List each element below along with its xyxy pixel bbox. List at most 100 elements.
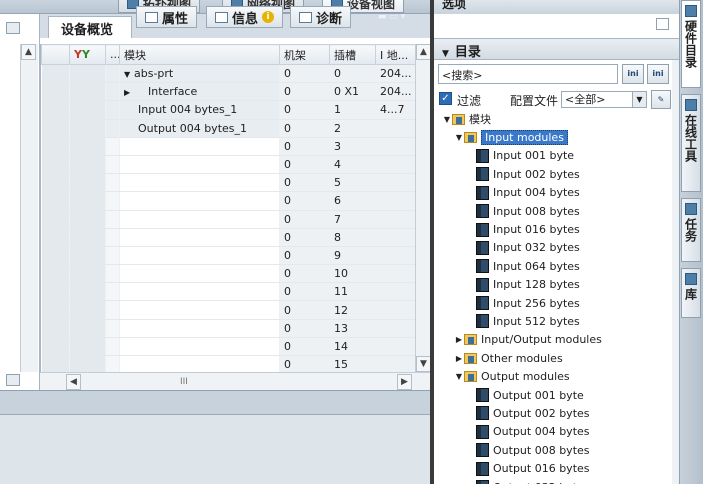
tree-toggle-icon[interactable]: ▼ <box>454 372 464 381</box>
overview-horizontal-scrollbar[interactable]: ◀ III ▶ <box>40 372 430 390</box>
search-forward-button[interactable]: ini <box>647 64 669 84</box>
module-cell[interactable] <box>119 246 280 266</box>
module-cell[interactable]: Output 004 bytes_1 <box>119 119 280 138</box>
row-header-cell[interactable] <box>41 155 70 175</box>
module-cell[interactable] <box>119 337 280 357</box>
module-cell[interactable] <box>119 355 280 372</box>
tree-toggle-icon[interactable]: ▼ <box>124 70 134 79</box>
row-header-cell[interactable] <box>41 282 70 302</box>
catalog-tree-item[interactable]: Input 256 bytes <box>438 294 672 312</box>
row-header-cell[interactable] <box>41 319 70 338</box>
catalog-tree-item[interactable]: Output 032 bytes <box>438 478 672 484</box>
filter-checkbox[interactable]: ✓ <box>439 92 452 105</box>
table-row[interactable]: Input 004 bytes_1 0 1 4...7 <box>41 100 415 120</box>
catalog-tree-item[interactable]: Input 002 bytes <box>438 165 672 183</box>
table-row[interactable]: 0 11 <box>41 282 415 302</box>
catalog-tree-item[interactable]: ▶ Input/Output modules <box>438 331 672 349</box>
profile-edit-button[interactable]: ✎ <box>651 90 671 109</box>
tab-diagnostics[interactable]: 诊断 <box>290 6 352 28</box>
catalog-tree-item[interactable]: ▶ Other modules <box>438 349 672 367</box>
tree-toggle-icon[interactable]: ▼ <box>454 133 464 142</box>
row-header-cell[interactable] <box>41 100 70 120</box>
catalog-tree-item[interactable]: Input 064 bytes <box>438 257 672 275</box>
module-cell[interactable]: ▼ abs-prt <box>119 64 280 84</box>
tree-toggle-icon[interactable]: ▶ <box>454 335 464 344</box>
catalog-tree-item[interactable]: ▼ 模块 <box>438 110 672 128</box>
table-row[interactable]: Output 004 bytes_1 0 2 <box>41 119 415 138</box>
table-row[interactable]: 07 <box>41 210 415 229</box>
catalog-tree-item[interactable]: Input 032 bytes <box>438 239 672 257</box>
table-row[interactable]: 05 <box>41 173 415 193</box>
table-row[interactable]: 09 <box>41 246 415 266</box>
scroll-left-icon[interactable]: ◀ <box>66 374 81 390</box>
module-cell[interactable] <box>119 210 280 229</box>
table-row[interactable]: 03 <box>41 137 415 156</box>
navigator-icon[interactable] <box>6 22 20 34</box>
catalog-tree-item[interactable]: ▼ Output modules <box>438 367 672 385</box>
scroll-right-icon[interactable]: ▶ <box>397 374 412 390</box>
column-header-rack[interactable]: 机架 <box>279 44 330 65</box>
column-header-slot[interactable]: 插槽 <box>329 44 376 65</box>
table-row[interactable]: 08 <box>41 228 415 247</box>
catalog-header[interactable]: ▼ 目录 <box>434 38 679 60</box>
tree-toggle-icon[interactable]: ▶ <box>124 88 148 97</box>
module-cell[interactable] <box>119 191 280 211</box>
catalog-scrollbar[interactable] <box>672 60 679 484</box>
module-cell[interactable]: Input 004 bytes_1 <box>119 100 280 120</box>
row-header-cell[interactable] <box>41 191 70 211</box>
tree-toggle-icon[interactable]: ▼ <box>442 115 452 124</box>
catalog-search-input[interactable]: <搜索> <box>438 64 618 84</box>
layout-toggle-icon[interactable] <box>656 18 669 30</box>
row-header-cell[interactable] <box>41 300 70 320</box>
row-header-cell[interactable] <box>41 210 70 229</box>
tab-tasks[interactable]: 任务 <box>681 198 701 262</box>
scroll-down-icon[interactable]: ▼ <box>416 356 431 372</box>
module-cell[interactable] <box>119 228 280 247</box>
catalog-tree-item[interactable]: Output 008 bytes <box>438 441 672 459</box>
tree-toggle-icon[interactable]: ▶ <box>454 354 464 363</box>
catalog-tree-item[interactable]: Input 512 bytes <box>438 312 672 330</box>
row-header-cell[interactable] <box>41 246 70 266</box>
left-scrollbar[interactable]: ▲ <box>20 44 38 372</box>
scroll-up-icon[interactable]: ▲ <box>21 44 36 60</box>
row-header-cell[interactable] <box>41 264 70 284</box>
module-cell[interactable] <box>119 282 280 302</box>
row-header-cell[interactable] <box>41 173 70 193</box>
catalog-tree-item[interactable]: Output 001 byte <box>438 386 672 404</box>
catalog-tree-item[interactable]: ▼ Input modules <box>438 128 672 146</box>
catalog-tree-item[interactable]: Input 004 bytes <box>438 184 672 202</box>
module-cell[interactable] <box>119 173 280 193</box>
tab-hardware-catalog[interactable]: 硬件目录 <box>681 0 701 88</box>
catalog-tree-item[interactable]: Output 004 bytes <box>438 423 672 441</box>
catalog-tree-item[interactable]: Input 001 byte <box>438 147 672 165</box>
row-header-cell[interactable] <box>41 82 70 102</box>
catalog-tree-item[interactable]: Input 128 bytes <box>438 276 672 294</box>
table-row[interactable]: 0 10 <box>41 264 415 284</box>
column-header-i-address[interactable]: I 地... <box>375 44 415 65</box>
column-header-module[interactable]: 模块 <box>119 44 280 65</box>
catalog-tree-item[interactable]: Output 002 bytes <box>438 404 672 422</box>
row-header-cell[interactable] <box>41 355 70 372</box>
tab-properties[interactable]: 属性 <box>136 6 198 28</box>
module-cell[interactable] <box>119 137 280 156</box>
table-row[interactable]: 0 13 <box>41 319 415 338</box>
scroll-up-icon[interactable]: ▲ <box>416 44 431 60</box>
table-row[interactable]: ▼ abs-prt 0 0 204... <box>41 64 415 84</box>
table-row[interactable]: 0 14 <box>41 337 415 357</box>
table-row[interactable]: 0 12 <box>41 300 415 320</box>
chevron-down-icon[interactable]: ▼ <box>632 92 646 107</box>
overview-vertical-scrollbar[interactable]: ▲ ▼ <box>415 44 431 372</box>
catalog-tree-item[interactable]: Input 008 bytes <box>438 202 672 220</box>
module-cell[interactable] <box>119 155 280 175</box>
module-cell[interactable]: ▶ Interface <box>119 82 280 102</box>
row-header-cell[interactable] <box>41 119 70 138</box>
table-row[interactable]: 06 <box>41 191 415 211</box>
row-header-cell[interactable] <box>41 228 70 247</box>
table-row[interactable]: ▶ Interface 0 0 X1 204... <box>41 82 415 102</box>
catalog-tree-item[interactable]: Output 016 bytes <box>438 459 672 477</box>
table-row[interactable]: 04 <box>41 155 415 175</box>
module-cell[interactable] <box>119 300 280 320</box>
catalog-tree-item[interactable]: Input 016 bytes <box>438 220 672 238</box>
row-header-cell[interactable] <box>41 137 70 156</box>
profile-select[interactable]: <全部> ▼ <box>561 91 647 108</box>
